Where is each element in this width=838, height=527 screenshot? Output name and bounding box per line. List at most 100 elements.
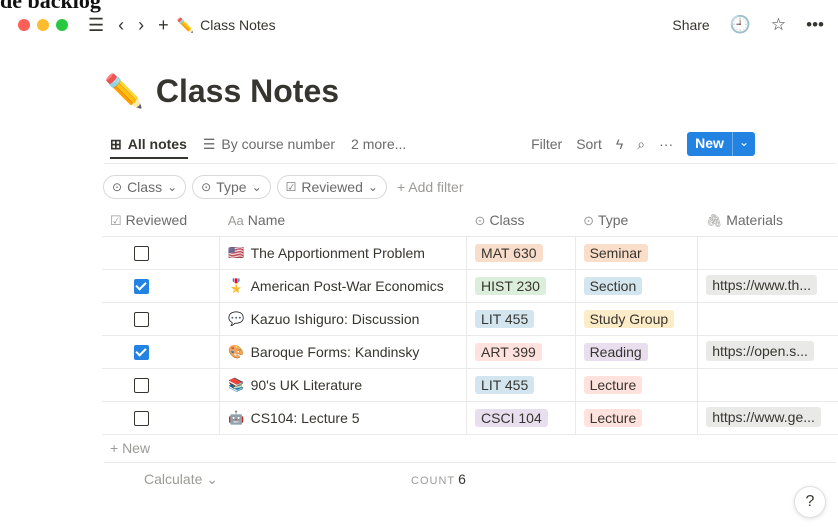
class-cell[interactable]: LIT 455 — [466, 368, 576, 402]
type-cell[interactable]: Lecture — [575, 401, 699, 435]
reviewed-cell — [102, 401, 221, 435]
close-window-icon[interactable] — [18, 19, 30, 31]
name-cell[interactable]: 📚 90's UK Literature — [219, 368, 468, 402]
filter-chip-type[interactable]: ⊙ Type ⌄ — [192, 175, 271, 199]
reviewed-checkbox[interactable] — [134, 411, 149, 427]
share-button[interactable]: Share — [672, 17, 709, 33]
star-icon[interactable]: ☆ — [771, 15, 786, 35]
hamburger-icon[interactable]: ☰ — [88, 16, 104, 34]
materials-cell[interactable] — [697, 368, 838, 402]
class-cell[interactable]: CSCI 104 — [466, 401, 576, 435]
page-link[interactable]: 💬 Kazuo Ishiguro: Discussion — [228, 311, 458, 327]
column-header-name[interactable]: Aa Name — [219, 204, 467, 237]
type-cell[interactable]: Section — [575, 269, 699, 303]
tab-by-course-number[interactable]: ☰ By course number — [203, 136, 335, 153]
divider — [104, 462, 836, 463]
add-icon[interactable]: + — [158, 16, 169, 34]
new-button-label[interactable]: New — [687, 132, 732, 156]
page-link[interactable]: 🇺🇸 The Apportionment Problem — [228, 245, 458, 261]
table-row[interactable]: 📚 90's UK Literature LIT 455 Lecture — [102, 368, 838, 402]
page-emoji-icon: 🇺🇸 — [228, 245, 245, 260]
page-link[interactable]: 🤖 CS104: Lecture 5 — [228, 410, 458, 426]
reviewed-cell — [102, 335, 221, 369]
page-link[interactable]: 🎖️ American Post-War Economics — [228, 278, 458, 294]
column-header-materials[interactable]: 🖇 Materials — [697, 204, 838, 237]
forward-icon[interactable]: › — [138, 16, 144, 34]
page-link[interactable]: 📚 90's UK Literature — [228, 377, 458, 393]
calculate-button[interactable]: Calculate ⌄ — [144, 471, 218, 488]
filter-chip-class[interactable]: ⊙ Class ⌄ — [103, 175, 187, 199]
add-filter-button[interactable]: + Add filter — [397, 179, 464, 195]
lightning-icon[interactable]: ϟ — [616, 136, 623, 152]
class-tag: ART 399 — [475, 343, 542, 361]
more-icon[interactable]: ••• — [806, 15, 824, 35]
column-header-type[interactable]: ⊙ Type — [575, 204, 698, 237]
reviewed-checkbox[interactable] — [134, 279, 149, 295]
topbar-nav: ☰ ‹ › + — [88, 16, 169, 34]
tab-all-notes[interactable]: ⊞ All notes — [110, 136, 187, 153]
back-icon[interactable]: ‹ — [118, 16, 124, 34]
name-cell[interactable]: 🎖️ American Post-War Economics — [219, 269, 468, 303]
more-icon[interactable]: ··· — [659, 136, 673, 152]
reviewed-checkbox[interactable] — [134, 378, 149, 394]
breadcrumb[interactable]: ✏️ Class Notes — [177, 17, 276, 34]
select-icon: ⊙ — [474, 212, 486, 228]
type-cell[interactable]: Reading — [575, 335, 699, 369]
type-cell[interactable]: Study Group — [575, 302, 699, 336]
materials-link[interactable]: https://www.th... — [706, 274, 818, 295]
sort-button[interactable]: Sort — [576, 136, 602, 152]
minimize-window-icon[interactable] — [37, 19, 49, 31]
class-cell[interactable]: LIT 455 — [466, 302, 576, 336]
table-icon: ⊞ — [110, 135, 122, 152]
type-cell[interactable]: Lecture — [575, 368, 699, 402]
column-header-class[interactable]: ⊙ Class — [466, 204, 576, 237]
pencil-icon: ✏️ — [176, 16, 195, 33]
table-row[interactable]: 🤖 CS104: Lecture 5 CSCI 104 Lecture https://… — [102, 401, 838, 435]
materials-cell[interactable] — [697, 236, 838, 270]
page-emoji-icon: 📚 — [228, 377, 245, 392]
materials-cell[interactable] — [697, 302, 838, 336]
name-cell[interactable]: 💬 Kazuo Ishiguro: Discussion — [219, 302, 468, 336]
notes-table: ☑ Reviewed Aa Name ⊙ Class ⊙ Type 🖇 Materials… — [102, 204, 838, 435]
reviewed-checkbox[interactable] — [134, 312, 149, 328]
column-header-reviewed[interactable]: ☑ Reviewed — [102, 204, 220, 237]
maximize-window-icon[interactable] — [56, 19, 68, 31]
search-icon[interactable]: ⌕ — [637, 136, 645, 153]
name-cell[interactable]: 🇺🇸 The Apportionment Problem — [219, 236, 468, 270]
materials-cell[interactable]: https://www.th... — [697, 269, 838, 303]
table-row[interactable]: 🇺🇸 The Apportionment Problem MAT 630 Semina… — [102, 236, 838, 270]
chevron-down-icon[interactable]: ⌄ — [731, 132, 755, 156]
page-link[interactable]: 🎨 Baroque Forms: Kandinsky — [228, 344, 458, 360]
materials-link[interactable]: https://open.s... — [706, 340, 814, 361]
filter-button[interactable]: Filter — [531, 136, 562, 152]
column-header-label: Reviewed — [125, 211, 188, 228]
class-cell[interactable]: HIST 230 — [466, 269, 576, 303]
reviewed-checkbox[interactable] — [134, 246, 149, 262]
count-summary[interactable]: COUNT 6 — [411, 471, 466, 487]
class-cell[interactable]: MAT 630 — [466, 236, 576, 270]
name-cell[interactable]: 🎨 Baroque Forms: Kandinsky — [219, 335, 468, 369]
divider — [104, 163, 836, 164]
clock-icon[interactable]: 🕘 — [730, 15, 751, 35]
filter-label: Type — [216, 179, 247, 195]
chevron-down-icon: ⌄ — [367, 180, 378, 194]
materials-cell[interactable]: https://open.s... — [697, 335, 838, 369]
class-cell[interactable]: ART 399 — [466, 335, 576, 369]
add-row-button[interactable]: + New — [110, 440, 150, 456]
materials-link[interactable]: https://www.ge... — [706, 406, 821, 427]
table-row[interactable]: 🎨 Baroque Forms: Kandinsky ART 399 Reading h… — [102, 335, 838, 369]
help-button[interactable]: ? — [794, 486, 826, 518]
table-row[interactable]: 🎖️ American Post-War Economics HIST 230 Sec… — [102, 269, 838, 303]
filter-chip-reviewed[interactable]: ☑ Reviewed ⌄ — [276, 175, 387, 199]
materials-cell[interactable]: https://www.ge... — [697, 401, 838, 435]
type-cell[interactable]: Seminar — [575, 236, 699, 270]
tab-more-views[interactable]: 2 more... — [351, 136, 406, 152]
table-row[interactable]: 💬 Kazuo Ishiguro: Discussion LIT 455 Study … — [102, 302, 838, 336]
reviewed-checkbox[interactable] — [134, 345, 149, 361]
page-emoji-icon: 💬 — [228, 311, 245, 326]
tab-label: All notes — [127, 136, 187, 152]
page-title-text[interactable]: Class Notes — [156, 73, 339, 110]
reviewed-cell — [102, 269, 221, 303]
reviewed-cell — [102, 236, 221, 270]
name-cell[interactable]: 🤖 CS104: Lecture 5 — [219, 401, 468, 435]
